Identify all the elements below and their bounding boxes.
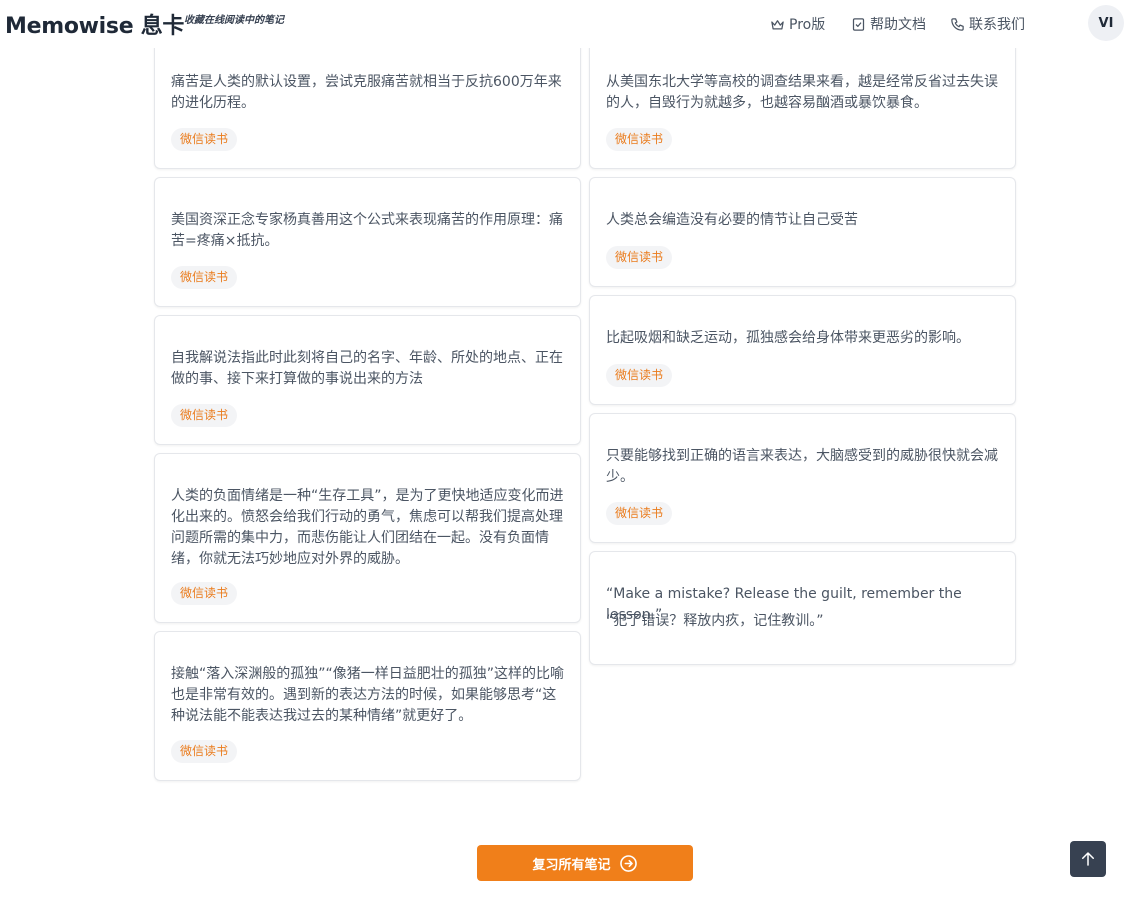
note-card[interactable]: 接触“落入深渊般的孤独”“像猪一样日益肥壮的孤独”这样的比喻也是非常有效的。遇到… bbox=[154, 631, 581, 781]
nav-pro-label: Pro版 bbox=[789, 17, 826, 33]
note-source-tag[interactable]: 微信读书 bbox=[606, 502, 673, 525]
nav-help-link[interactable]: 帮助文档 bbox=[851, 14, 926, 34]
nav-contact-label: 联系我们 bbox=[969, 17, 1025, 33]
top-bar: Memowise 息卡 收藏在线阅读中的笔记 Pro版 帮助文档 联系我们 VI bbox=[0, 0, 1131, 48]
scroll-to-top-button[interactable] bbox=[1070, 841, 1106, 877]
note-card[interactable]: 比起吸烟和缺乏运动，孤独感会给身体带来更恶劣的影响。 微信读书 bbox=[589, 295, 1016, 405]
note-text: 只要能够找到正确的语言来表达，大脑感受到的威胁很快就会减少。 bbox=[606, 448, 998, 485]
note-source-tag[interactable]: 微信读书 bbox=[606, 128, 673, 151]
note-text: 比起吸烟和缺乏运动，孤独感会给身体带来更恶劣的影响。 bbox=[606, 330, 970, 346]
review-all-notes-button[interactable]: 复习所有笔记 bbox=[477, 845, 693, 881]
note-card[interactable]: 人类的负面情绪是一种“生存工具”，是为了更快地适应变化而进化出来的。愤怒会给我们… bbox=[154, 453, 581, 623]
note-source-tag[interactable]: 微信读书 bbox=[171, 266, 238, 289]
user-avatar[interactable]: VI bbox=[1088, 5, 1124, 41]
check-square-icon bbox=[852, 17, 865, 31]
arrow-up-icon bbox=[1082, 852, 1094, 866]
note-card[interactable]: 自我解说法指此时此刻将自己的名字、年龄、所处的地点、正在做的事、接下来打算做的事… bbox=[154, 315, 581, 445]
note-card[interactable]: 只要能够找到正确的语言来表达，大脑感受到的威胁很快就会减少。 微信读书 bbox=[589, 413, 1016, 543]
app-logo[interactable]: Memowise 息卡 bbox=[5, 8, 184, 40]
note-card[interactable]: “Make a mistake? Release the guilt, reme… bbox=[589, 551, 1016, 665]
note-text: 痛苦是人类的默认设置，尝试克服痛苦就相当于反抗600万年来的进化历程。 bbox=[171, 74, 562, 111]
review-all-notes-label: 复习所有笔记 bbox=[532, 857, 611, 873]
app-slogan: 收藏在线阅读中的笔记 bbox=[184, 15, 284, 26]
note-source-tag[interactable]: 微信读书 bbox=[171, 128, 238, 151]
note-source-tag[interactable]: 微信读书 bbox=[606, 246, 673, 269]
note-text: 接触“落入深渊般的孤独”“像猪一样日益肥壮的孤独”这样的比喻也是非常有效的。遇到… bbox=[171, 666, 565, 724]
nav-help-label: 帮助文档 bbox=[870, 17, 926, 33]
note-card[interactable]: 美国资深正念专家杨真善用这个公式来表现痛苦的作用原理：痛苦=疼痛×抵抗。 微信读… bbox=[154, 177, 581, 307]
note-text: 从美国东北大学等高校的调查结果来看，越是经常反省过去失误的人，自毁行为就越多，也… bbox=[606, 74, 998, 111]
note-translation: “犯了错误？释放内疚，记住教训。” bbox=[606, 613, 824, 629]
note-source-tag[interactable]: 微信读书 bbox=[606, 364, 673, 387]
note-text: 自我解说法指此时此刻将自己的名字、年龄、所处的地点、正在做的事、接下来打算做的事… bbox=[171, 350, 563, 387]
note-card[interactable]: 人类总会编造没有必要的情节让自己受苦 微信读书 bbox=[589, 177, 1016, 287]
note-text: 人类的负面情绪是一种“生存工具”，是为了更快地适应变化而进化出来的。愤怒会给我们… bbox=[171, 488, 564, 567]
note-source-tag[interactable]: 微信读书 bbox=[171, 740, 238, 763]
phone-icon bbox=[951, 17, 964, 31]
nav-contact-link[interactable]: 联系我们 bbox=[950, 14, 1025, 34]
nav-pro-link[interactable]: Pro版 bbox=[770, 14, 825, 34]
note-source-tag[interactable]: 微信读书 bbox=[171, 582, 238, 605]
note-text: 美国资深正念专家杨真善用这个公式来表现痛苦的作用原理：痛苦=疼痛×抵抗。 bbox=[171, 212, 563, 249]
note-source-tag[interactable]: 微信读书 bbox=[171, 404, 238, 427]
arrow-right-circle-icon bbox=[619, 854, 637, 872]
note-text: 人类总会编造没有必要的情节让自己受苦 bbox=[606, 212, 858, 228]
crown-icon bbox=[771, 19, 784, 29]
